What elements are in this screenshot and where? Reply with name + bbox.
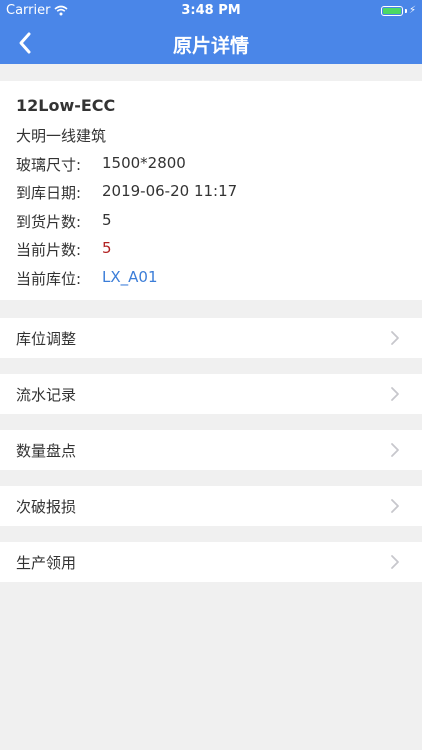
status-time: 3:48 PM xyxy=(181,3,241,18)
page-title: 原片详情 xyxy=(172,35,249,57)
arrival-date-value: 2019-06-20 11:17 xyxy=(102,182,238,200)
glass-size-label: 玻璃尺寸: xyxy=(16,156,82,174)
arrival-date-label: 到库日期: xyxy=(16,184,82,202)
current-count-row: 当前片数: 5 xyxy=(16,239,112,260)
chevron-right-icon xyxy=(390,442,400,458)
current-count-value: 5 xyxy=(102,239,112,257)
app-header: Carrier 3:48 PM ⚡ 原片详情 xyxy=(0,0,422,64)
menu-item-label: 库位调整 xyxy=(16,330,77,348)
charging-icon: ⚡ xyxy=(408,5,416,16)
menu-item-location-adjust[interactable]: 库位调整 xyxy=(0,318,422,358)
glass-size-row: 玻璃尺寸: 1500*2800 xyxy=(16,154,186,175)
menu-item-label: 数量盘点 xyxy=(16,442,77,460)
location-value: LX_A01 xyxy=(102,268,158,286)
company-name: 大明一线建筑 xyxy=(16,127,107,145)
menu-item-label: 生产领用 xyxy=(16,554,77,572)
location-row: 当前库位: LX_A01 xyxy=(16,268,157,289)
menu-item-label: 次破报损 xyxy=(16,498,77,516)
chevron-right-icon xyxy=(390,386,400,402)
glass-title: 12Low-ECC xyxy=(16,96,116,115)
chevron-right-icon xyxy=(390,330,400,346)
glass-info-card: 12Low-ECC 大明一线建筑 玻璃尺寸: 1500*2800 到库日期: 2… xyxy=(0,81,422,300)
received-count-value: 5 xyxy=(102,211,112,229)
current-count-label: 当前片数: xyxy=(16,241,82,259)
status-bar: Carrier 3:48 PM ⚡ xyxy=(0,0,422,22)
chevron-right-icon xyxy=(390,498,400,514)
location-label: 当前库位: xyxy=(16,270,82,288)
menu-item-transaction-log[interactable]: 流水记录 xyxy=(0,374,422,414)
received-count-row: 到货片数: 5 xyxy=(16,211,112,232)
menu-item-production-use[interactable]: 生产领用 xyxy=(0,542,422,582)
arrival-date-row: 到库日期: 2019-06-20 11:17 xyxy=(16,182,237,203)
received-count-label: 到货片数: xyxy=(16,213,82,231)
battery-icon xyxy=(380,5,403,16)
menu-item-label: 流水记录 xyxy=(16,386,77,404)
glass-size-value: 1500*2800 xyxy=(102,154,186,172)
menu-item-damage-report[interactable]: 次破报损 xyxy=(0,486,422,526)
chevron-right-icon xyxy=(390,554,400,570)
menu-item-stock-count[interactable]: 数量盘点 xyxy=(0,430,422,470)
navigation-bar: 原片详情 xyxy=(0,22,422,64)
battery-indicator: ⚡ xyxy=(380,5,416,16)
